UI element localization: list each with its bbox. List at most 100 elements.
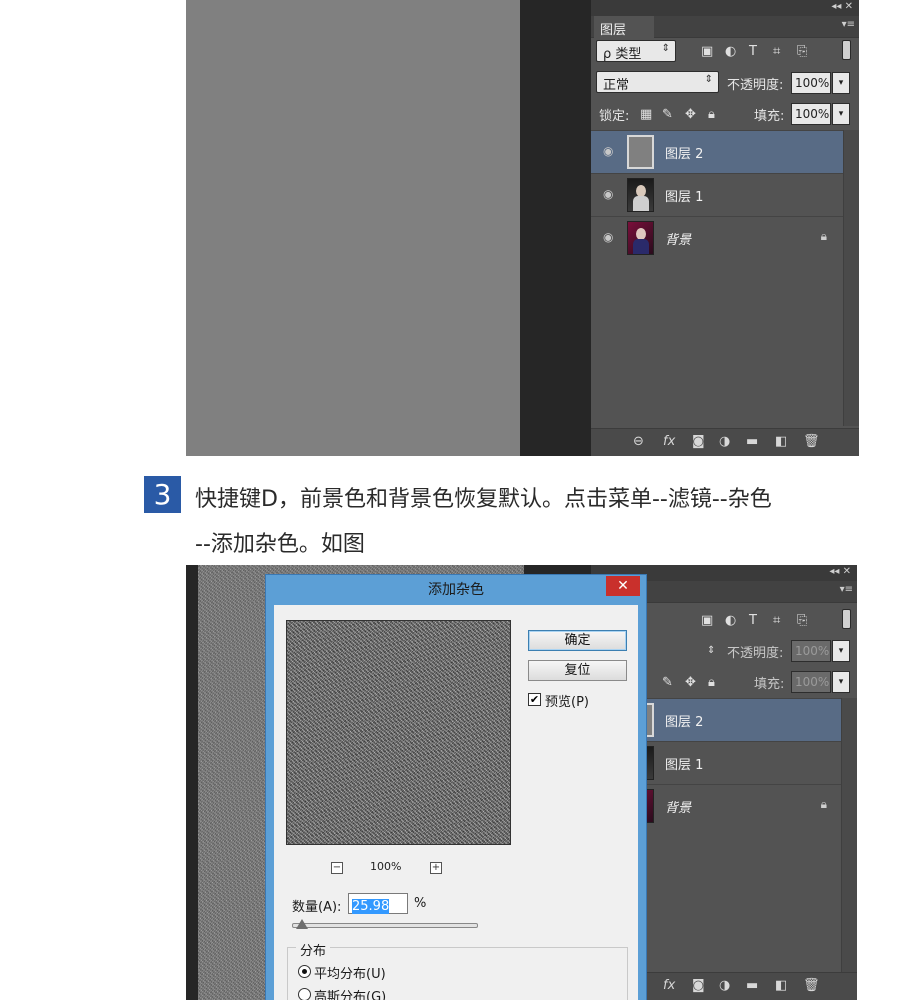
reset-button[interactable]: 复位	[528, 660, 627, 681]
eye-visibility-icon[interactable]: ◉	[603, 144, 613, 158]
amount-unit: %	[414, 896, 427, 911]
adjustment-filter-icon[interactable]: ◐	[725, 613, 736, 629]
blend-mode-value: 正常	[603, 78, 630, 93]
shape-filter-icon[interactable]: ⌗	[773, 44, 780, 60]
tab-layers[interactable]: 图层	[594, 16, 654, 38]
amount-slider-thumb[interactable]	[296, 919, 308, 929]
filter-toggle[interactable]	[842, 40, 851, 60]
add-mask-icon[interactable]: ◙	[692, 978, 705, 993]
uniform-radio[interactable]	[298, 965, 311, 978]
smart-object-filter-icon[interactable]: ⎘	[797, 44, 807, 60]
panel-menu-icon[interactable]: ▾≡	[840, 584, 853, 595]
opacity-input[interactable]: 100%	[791, 640, 831, 662]
step-number-badge: 3	[144, 476, 181, 513]
layer-thumbnail	[627, 221, 654, 255]
lock-icon: 🔒︎	[820, 229, 827, 243]
gray-canvas	[186, 0, 520, 456]
opacity-dropdown-button[interactable]: ▾	[832, 640, 850, 662]
chevron-updown-icon: ⇕	[707, 645, 716, 656]
preview-checkbox-label: 预览(P)	[545, 695, 589, 710]
fill-input[interactable]: 100%	[791, 671, 831, 693]
eye-visibility-icon[interactable]: ◉	[603, 230, 613, 244]
close-icon[interactable]: ✕	[606, 576, 640, 596]
preview-checkbox[interactable]: ✔	[528, 693, 541, 706]
layer-list: ◉ 图层 2 ◉ 图层 1 ◉ 背景 🔒︎	[591, 130, 843, 259]
gaussian-radio-label: 高斯分布(G)	[314, 990, 387, 1000]
layer-name: 图层 2	[665, 147, 704, 162]
fill-dropdown-button[interactable]: ▾	[832, 671, 850, 693]
image-filter-icon[interactable]: ▣	[701, 44, 713, 60]
chevron-updown-icon: ⇕	[704, 74, 713, 85]
eye-visibility-icon[interactable]: ◉	[603, 187, 613, 201]
step-instruction-line2: --添加杂色。如图	[195, 532, 365, 557]
trash-icon[interactable]: 🗑︎	[803, 434, 820, 449]
layer-name: 背景	[665, 801, 692, 816]
fill-dropdown-button[interactable]: ▾	[832, 103, 850, 125]
layer-list-scrollbar[interactable]	[843, 130, 859, 426]
fx-icon[interactable]: fx	[663, 434, 675, 449]
opacity-label: 不透明度:	[727, 646, 784, 661]
adjustment-layer-icon[interactable]: ◑	[719, 434, 730, 449]
fill-label: 填充:	[754, 109, 785, 124]
panel-top-bar: ◂◂ ✕	[591, 0, 859, 16]
smart-object-filter-icon[interactable]: ⎘	[797, 613, 807, 629]
panel-footer: ⊖ fx ◙ ◑ ▬ ◧ 🗑︎	[591, 428, 859, 456]
amount-input[interactable]: 25.98	[348, 893, 408, 914]
opacity-label: 不透明度:	[727, 78, 784, 93]
new-group-folder-icon[interactable]: ▬	[746, 978, 758, 993]
type-filter-icon[interactable]: T	[749, 613, 757, 629]
layer-name: 图层 1	[665, 758, 704, 773]
shape-filter-icon[interactable]: ⌗	[773, 613, 780, 629]
image-filter-icon[interactable]: ▣	[701, 613, 713, 629]
adjustment-filter-icon[interactable]: ◐	[725, 44, 736, 60]
amount-slider-track[interactable]	[292, 923, 478, 928]
ok-button[interactable]: 确定	[528, 630, 627, 651]
add-mask-icon[interactable]: ◙	[692, 434, 705, 449]
amount-label: 数量(A):	[292, 900, 342, 915]
collapse-close-controls[interactable]: ◂◂ ✕	[829, 566, 851, 577]
zoom-value: 100%	[370, 860, 402, 873]
adjustment-layer-icon[interactable]: ◑	[719, 978, 730, 993]
lock-all-icon[interactable]: 🔒︎	[708, 107, 715, 123]
fill-input[interactable]: 100%	[791, 103, 831, 125]
layer-name: 图层 1	[665, 190, 704, 205]
lock-position-move-icon[interactable]: ✥	[685, 675, 696, 691]
zoom-out-button[interactable]: −	[331, 862, 343, 874]
panel-menu-icon[interactable]: ▾≡	[842, 19, 855, 30]
filter-kind-label: ρ 类型	[603, 47, 642, 62]
layers-panel: ◂◂ ✕ 图层 ▾≡ ρ 类型 ⇕ ▣ ◐ T ⌗ ⎘ 正常 ⇕ 不透明度: 1…	[591, 0, 859, 456]
filter-toggle[interactable]	[842, 609, 851, 629]
noise-preview[interactable]	[286, 620, 511, 845]
filter-kind-dropdown[interactable]: ρ 类型 ⇕	[596, 40, 676, 62]
step-instruction-line1: 快捷键D，前景色和背景色恢复默认。点击菜单--滤镜--杂色	[195, 487, 772, 512]
new-layer-icon[interactable]: ◧	[775, 978, 787, 993]
blend-mode-dropdown[interactable]: 正常 ⇕	[596, 71, 719, 93]
lock-all-icon[interactable]: 🔒︎	[708, 675, 715, 691]
layer-name: 背景	[665, 233, 692, 248]
collapse-close-controls[interactable]: ◂◂ ✕	[831, 1, 853, 12]
lock-transparent-icon[interactable]: ▦	[640, 107, 652, 123]
new-group-folder-icon[interactable]: ▬	[746, 434, 758, 449]
trash-icon[interactable]: 🗑︎	[803, 978, 820, 993]
layer-row-layer2[interactable]: ◉ 图层 2	[591, 130, 843, 173]
opacity-dropdown-button[interactable]: ▾	[832, 72, 850, 94]
lock-image-brush-icon[interactable]: ✎	[662, 675, 673, 691]
fx-icon[interactable]: fx	[663, 978, 675, 993]
photoshop-screenshot-1: ◂◂ ✕ 图层 ▾≡ ρ 类型 ⇕ ▣ ◐ T ⌗ ⎘ 正常 ⇕ 不透明度: 1…	[186, 0, 859, 456]
fill-label: 填充:	[754, 677, 785, 692]
layer-list-scrollbar[interactable]	[841, 698, 857, 974]
lock-image-brush-icon[interactable]: ✎	[662, 107, 673, 123]
add-noise-dialog: 添加杂色 ✕ − 100% + 确定 复位 ✔ 预览(P) 数量(A): 25.…	[265, 574, 647, 1000]
dialog-body: − 100% + 确定 复位 ✔ 预览(P) 数量(A): 25.98 % 分布…	[274, 605, 638, 1000]
lock-position-move-icon[interactable]: ✥	[685, 107, 696, 123]
layer-row-layer1[interactable]: ◉ 图层 1	[591, 173, 843, 216]
zoom-in-button[interactable]: +	[430, 862, 442, 874]
new-layer-icon[interactable]: ◧	[775, 434, 787, 449]
link-layers-icon[interactable]: ⊖	[633, 434, 644, 449]
uniform-radio-label: 平均分布(U)	[314, 967, 386, 982]
gaussian-radio[interactable]	[298, 988, 311, 1000]
layer-name: 图层 2	[665, 715, 704, 730]
layer-row-background[interactable]: ◉ 背景 🔒︎	[591, 216, 843, 259]
opacity-input[interactable]: 100%	[791, 72, 831, 94]
type-filter-icon[interactable]: T	[749, 44, 757, 60]
